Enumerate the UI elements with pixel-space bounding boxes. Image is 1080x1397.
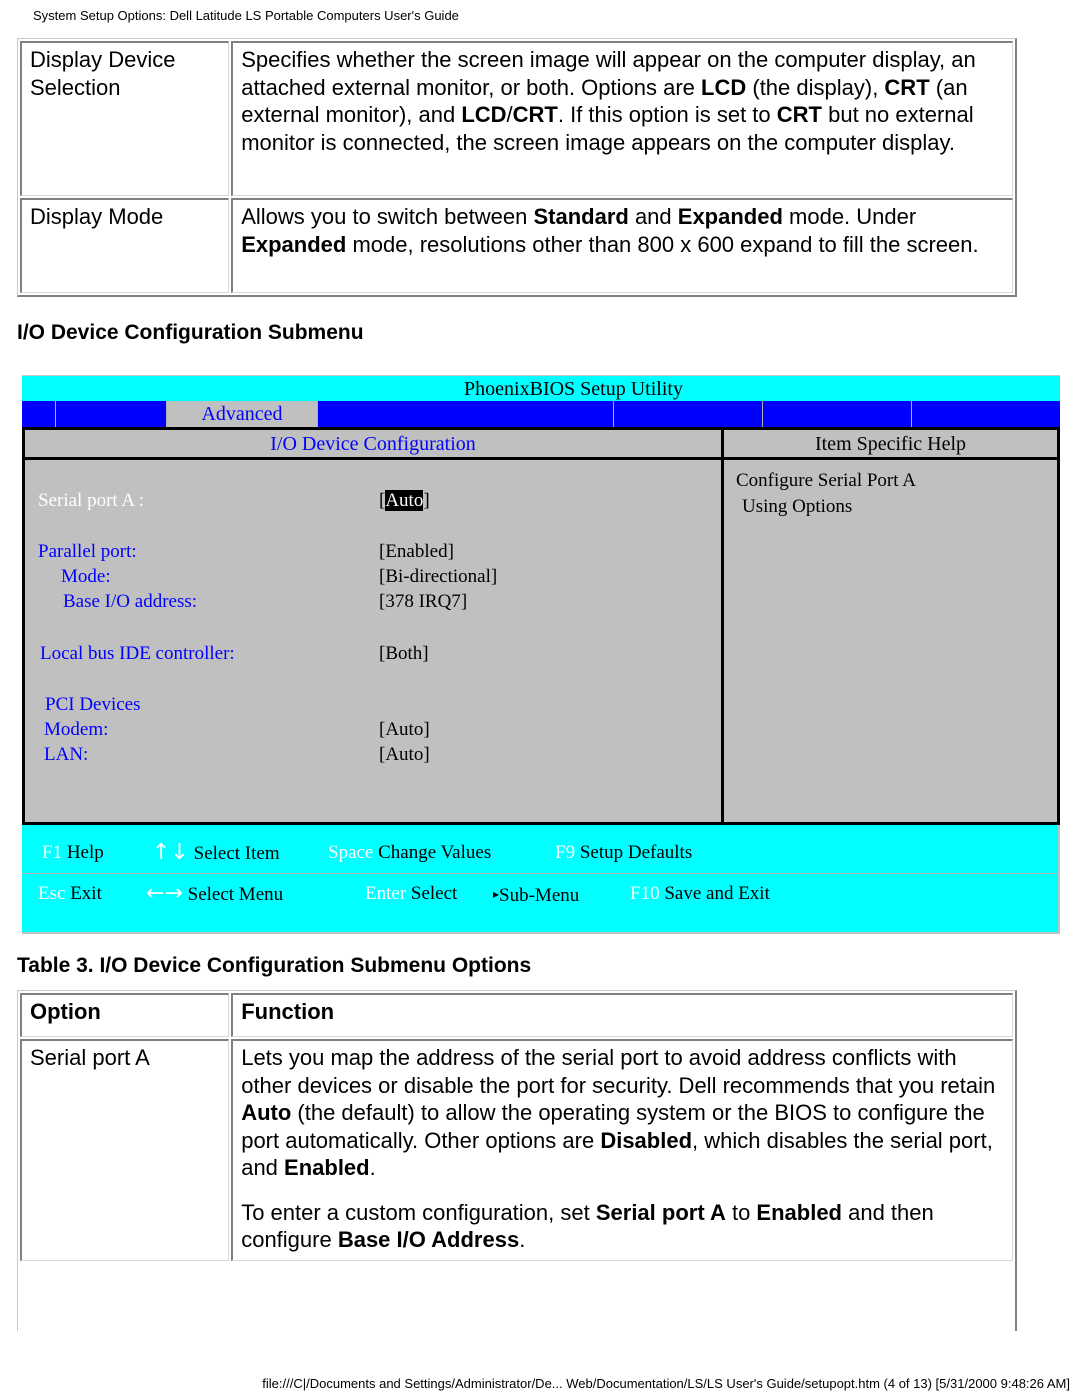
bios-key-legend: F1 Help ↑↓ Select Item Space Change Valu… [22, 825, 1060, 934]
table-row: Display Device Selection Specifies wheth… [20, 41, 1013, 196]
page-footer-path: file:///C|/Documents and Settings/Admini… [262, 1376, 1070, 1391]
table-caption: Table 3. I/O Device Configuration Submen… [17, 954, 532, 977]
bios-setting-label: LAN: [44, 744, 89, 765]
bios-setting-label: Base I/O address: [63, 591, 198, 612]
bold-term: Serial port A [595, 1199, 726, 1225]
table-row-empty [20, 1263, 1013, 1329]
bios-title-bar: PhoenixBIOS Setup Utility [22, 375, 1060, 401]
display-options-table: Display Device Selection Specifies wheth… [17, 38, 1017, 297]
bios-settings-pane: I/O Device Configuration Serial port A :… [25, 430, 724, 822]
key-hint-exit: Esc Exit [38, 883, 102, 904]
function-paragraph: To enter a custom configuration, set Ser… [241, 1199, 934, 1253]
bios-setting-label: Local bus IDE controller: [40, 643, 235, 664]
left-right-arrows-icon: ←→ [146, 881, 183, 906]
section-heading: I/O Device Configuration Submenu [17, 321, 364, 344]
bios-tab-empty [55, 401, 166, 427]
bold-term: Expanded [677, 204, 783, 229]
key-hint-select-menu: ←→ Select Menu [146, 881, 284, 906]
bios-screenshot: PhoenixBIOS Setup Utility Advanced I/O D… [22, 375, 1060, 934]
bios-section-label: PCI Devices [45, 694, 141, 715]
bold-term: CRT [512, 102, 558, 127]
function-cell: Allows you to switch between Standard an… [231, 198, 1013, 293]
page-header-title: System Setup Options: Dell Latitude LS P… [33, 8, 459, 23]
key-hint-select-item: ↑↓ Select Item [152, 840, 280, 865]
bios-setting-label: Modem: [44, 719, 109, 740]
bios-setting-label: Parallel port: [38, 541, 137, 562]
bios-setting-value: [Enabled] [379, 541, 454, 562]
bios-setting-value: [Both] [379, 643, 429, 664]
table-header-row: Option Function [20, 993, 1013, 1037]
bios-tab-empty [911, 401, 1060, 427]
key-hint-save-exit: F10 Save and Exit [630, 883, 770, 904]
key-hint-setup-defaults: F9 Setup Defaults [555, 842, 693, 863]
bios-setting-label: Mode: [61, 566, 111, 587]
up-down-arrows-icon: ↑↓ [152, 840, 189, 865]
bios-pane-header: I/O Device Configuration [25, 430, 721, 460]
table-row: Display Mode Allows you to switch betwee… [20, 198, 1013, 293]
key-hint-change-values: Space Change Values [328, 842, 492, 863]
bold-term: Enabled [284, 1155, 370, 1180]
bold-term: Enabled [756, 1199, 842, 1225]
bios-setting-value: [Bi-directional] [379, 566, 498, 587]
bios-key-row: Esc Exit ←→ Select Menu Enter Select ▸Su… [22, 874, 1058, 914]
bold-term: Standard [533, 204, 629, 229]
option-cell: Serial port A [20, 1039, 230, 1261]
bold-term: LCD [701, 74, 747, 100]
bold-term: LCD [461, 102, 507, 127]
bios-setting-label: Serial port A : [38, 490, 145, 511]
empty-cell [20, 1263, 1013, 1329]
function-cell: Lets you map the address of the serial p… [231, 1039, 1013, 1261]
bios-tab-empty [317, 401, 461, 427]
table-row: Serial port A Lets you map the address o… [20, 1039, 1013, 1261]
bios-key-row: F1 Help ↑↓ Select Item Space Change Valu… [22, 833, 1058, 874]
bios-main-panel: I/O Device Configuration Serial port A :… [22, 427, 1060, 825]
bios-title: PhoenixBIOS Setup Utility [464, 378, 683, 400]
bios-help-pane: Item Specific Help Configure Serial Port… [724, 430, 1057, 822]
bios-tab-empty [613, 401, 762, 427]
bold-term: CRT [776, 102, 822, 127]
bios-setting-value: [Auto] [379, 490, 430, 511]
io-options-table: Option Function Serial port A Lets you m… [17, 990, 1017, 1331]
column-header-function: Function [231, 993, 1013, 1037]
bold-term: Disabled [600, 1127, 693, 1153]
column-header-option: Option [20, 993, 230, 1037]
bios-setting-value: [Auto] [379, 744, 430, 765]
bold-term: CRT [884, 74, 930, 100]
function-cell: Specifies whether the screen image will … [231, 41, 1013, 196]
key-hint-sub-menu: ▸Sub-Menu [493, 885, 580, 906]
bold-term: Base I/O Address [337, 1227, 520, 1252]
option-cell: Display Device Selection [20, 41, 230, 196]
bios-help-text: Configure Serial Port A Using Options [736, 470, 916, 517]
bios-pane-header: Item Specific Help [724, 430, 1057, 460]
function-paragraph: Lets you map the address of the serial p… [241, 1045, 996, 1180]
bios-setting-value: [Auto] [379, 719, 430, 740]
bios-menu-bar: Advanced [22, 401, 1060, 427]
bios-tab-empty [762, 401, 911, 427]
bios-tab-advanced: Advanced [166, 401, 317, 427]
bold-term: Expanded [241, 231, 347, 257]
option-cell: Display Mode [20, 198, 230, 293]
bold-term: Auto [241, 1100, 292, 1125]
bios-setting-value: [378 IRQ7] [379, 591, 468, 612]
key-hint-select: Enter Select [365, 883, 458, 904]
key-hint-help: F1 Help [42, 842, 104, 863]
